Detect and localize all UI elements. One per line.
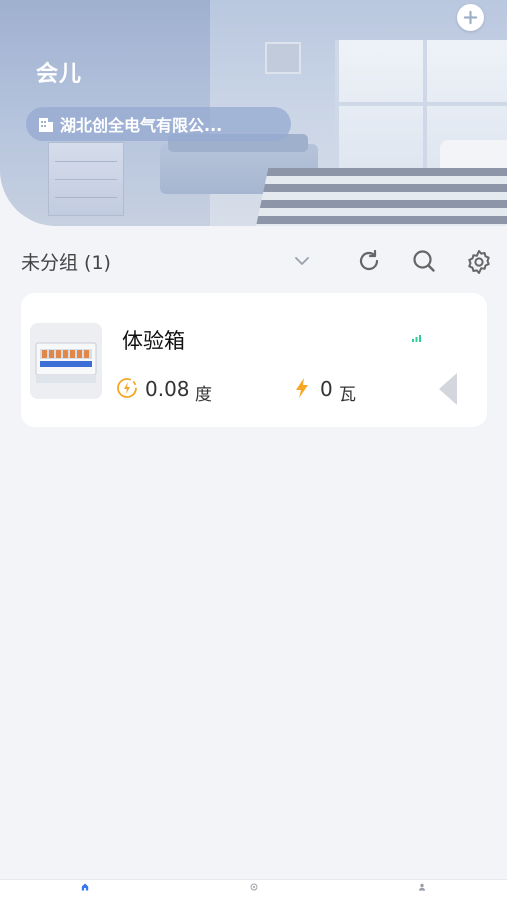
group-bar: 未分组 (1) <box>0 240 507 284</box>
bottom-nav <box>0 879 507 900</box>
banner-bed <box>255 168 507 226</box>
triangle-left-icon[interactable] <box>437 371 459 407</box>
group-title[interactable]: 未分组 (1) <box>21 248 111 275</box>
power-value: 0 <box>320 377 333 401</box>
user-name: 会儿 <box>36 62 83 87</box>
device-card[interactable]: 体验箱 0.08 度 0 瓦 <box>21 293 487 427</box>
energy-circle-icon <box>117 378 137 398</box>
nav-home[interactable] <box>70 883 100 900</box>
gear-icon[interactable] <box>465 248 493 276</box>
building-icon <box>39 118 53 132</box>
scene-icon <box>250 883 258 891</box>
refresh-icon[interactable] <box>356 248 382 274</box>
banner-dresser <box>48 142 124 216</box>
power-unit: 瓦 <box>339 385 356 405</box>
chevron-down-icon[interactable] <box>292 254 312 268</box>
banner-picture <box>265 42 301 74</box>
plus-circle-icon <box>463 10 478 25</box>
nav-scene[interactable] <box>239 883 269 900</box>
company-name: 湖北创全电气有限公... <box>60 116 223 135</box>
home-icon <box>81 883 89 891</box>
add-device-button[interactable] <box>457 4 484 31</box>
search-icon[interactable] <box>411 248 437 274</box>
nav-mine[interactable] <box>407 883 437 900</box>
signal-icon <box>412 335 421 342</box>
distribution-box-icon <box>30 323 102 399</box>
device-name: 体验箱 <box>122 329 185 353</box>
lightning-icon <box>296 378 308 398</box>
user-icon <box>418 883 426 891</box>
company-selector[interactable]: 湖北创全电气有限公... <box>26 107 291 141</box>
energy-value: 0.08 <box>145 377 190 401</box>
device-thumbnail <box>30 323 102 399</box>
energy-unit: 度 <box>195 385 212 405</box>
